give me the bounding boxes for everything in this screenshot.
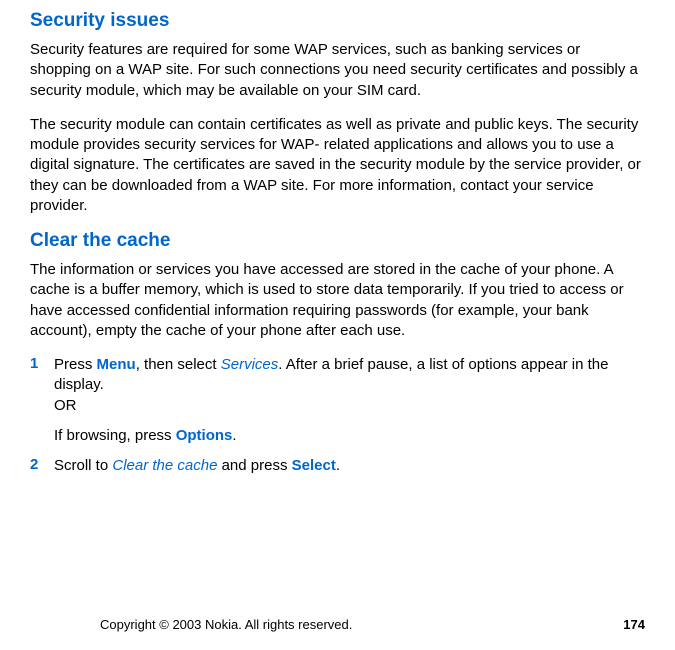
step-2: 2 Scroll to Clear the cache and press Se… (30, 456, 645, 476)
step-1-browsing-pre: If browsing, press (54, 427, 176, 444)
step-1-text-pre: Press (54, 356, 97, 373)
step-2-text-pre: Scroll to (54, 457, 112, 474)
clear-cache-para-1: The information or services you have acc… (30, 260, 645, 341)
services-label: Services (221, 356, 279, 373)
security-para-2: The security module can contain certific… (30, 115, 645, 216)
select-label: Select (292, 457, 336, 474)
step-1-text-mid1: , then select (136, 356, 221, 373)
clear-cache-heading: Clear the cache (30, 230, 645, 252)
security-para-1: Security features are required for some … (30, 40, 645, 101)
page-footer: Copyright © 2003 Nokia. All rights reser… (0, 617, 675, 632)
step-2-text-mid: and press (217, 457, 291, 474)
page-number: 174 (623, 617, 645, 632)
step-1-text-after: . (232, 427, 236, 444)
step-number-2: 2 (30, 456, 54, 476)
menu-label: Menu (97, 356, 136, 373)
copyright-text: Copyright © 2003 Nokia. All rights reser… (100, 617, 352, 632)
step-1: 1 Press Menu, then select Services. Afte… (30, 355, 645, 446)
step-2-text-after: . (336, 457, 340, 474)
step-2-content: Scroll to Clear the cache and press Sele… (54, 456, 645, 476)
step-1-or: OR (54, 397, 77, 414)
options-label: Options (176, 427, 233, 444)
step-1-content: Press Menu, then select Services. After … (54, 355, 645, 446)
step-number-1: 1 (30, 355, 54, 446)
security-issues-heading: Security issues (30, 10, 645, 32)
step-list: 1 Press Menu, then select Services. Afte… (30, 355, 645, 476)
clear-cache-label: Clear the cache (112, 457, 217, 474)
